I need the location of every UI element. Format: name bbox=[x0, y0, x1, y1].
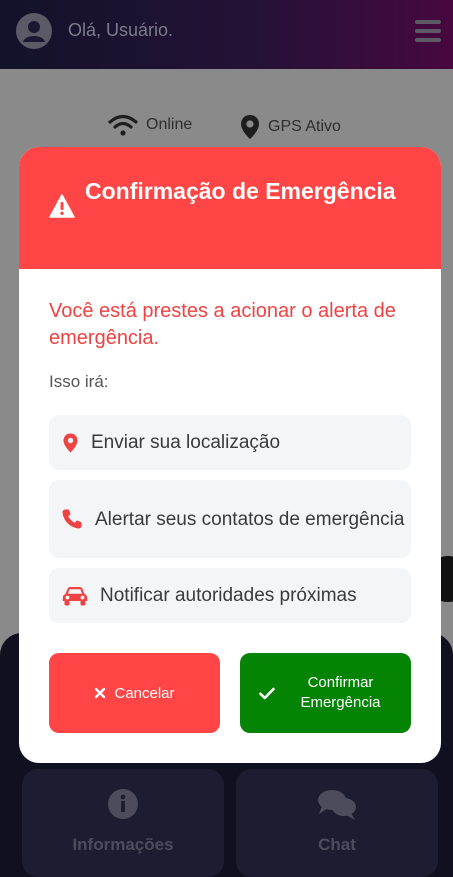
modal-subtitle: Isso irá: bbox=[49, 372, 109, 391]
modal-lead-text: Você está prestes a acionar o alerta de … bbox=[49, 300, 396, 349]
status-row: Online GPS Ativo bbox=[0, 114, 453, 140]
action-notify-authorities: Notificar autoridades próximas bbox=[49, 568, 411, 623]
info-card[interactable]: Informações bbox=[22, 769, 224, 877]
user-avatar-icon[interactable] bbox=[16, 13, 52, 49]
action-send-location: Enviar sua localização bbox=[49, 415, 411, 470]
chat-bubbles-icon bbox=[318, 790, 356, 820]
info-icon bbox=[108, 789, 138, 819]
cancel-label: Cancelar bbox=[114, 684, 175, 702]
online-status: Online bbox=[108, 114, 192, 136]
modal-title: Confirmação de Emergência bbox=[85, 178, 396, 204]
chat-label: Chat bbox=[318, 835, 356, 854]
confirm-label: Confirmar Emergência bbox=[300, 674, 381, 711]
modal-header: Confirmação de Emergência bbox=[19, 147, 441, 269]
top-app-bar: Olá, Usuário. bbox=[0, 0, 453, 69]
wifi-icon bbox=[108, 114, 138, 136]
gps-label: GPS Ativo bbox=[268, 118, 341, 135]
hamburger-menu-icon[interactable] bbox=[415, 20, 443, 44]
gps-status: GPS Ativo bbox=[240, 114, 341, 140]
cancel-button[interactable]: Cancelar bbox=[49, 653, 220, 733]
confirm-emergency-button[interactable]: Confirmar Emergência bbox=[240, 653, 411, 733]
warning-icon bbox=[49, 194, 75, 218]
action-label: Enviar sua localização bbox=[91, 432, 281, 453]
checkmark-icon bbox=[258, 687, 275, 699]
info-label: Informações bbox=[72, 835, 174, 854]
emergency-confirmation-modal: Confirmação de Emergência Você está pres… bbox=[19, 147, 441, 763]
action-label: Alertar seus contatos de emergência bbox=[95, 508, 405, 530]
chat-card[interactable]: Chat bbox=[236, 769, 438, 877]
map-pin-icon bbox=[63, 433, 77, 452]
online-label: Online bbox=[146, 116, 193, 133]
greeting-text: Olá, Usuário. bbox=[68, 20, 174, 40]
close-icon bbox=[95, 687, 106, 699]
car-icon bbox=[62, 586, 87, 605]
action-alert-contacts: Alertar seus contatos de emergência bbox=[49, 480, 411, 558]
location-pin-icon bbox=[241, 115, 259, 139]
action-label: Notificar autoridades próximas bbox=[100, 585, 357, 606]
phone-icon bbox=[62, 509, 82, 529]
